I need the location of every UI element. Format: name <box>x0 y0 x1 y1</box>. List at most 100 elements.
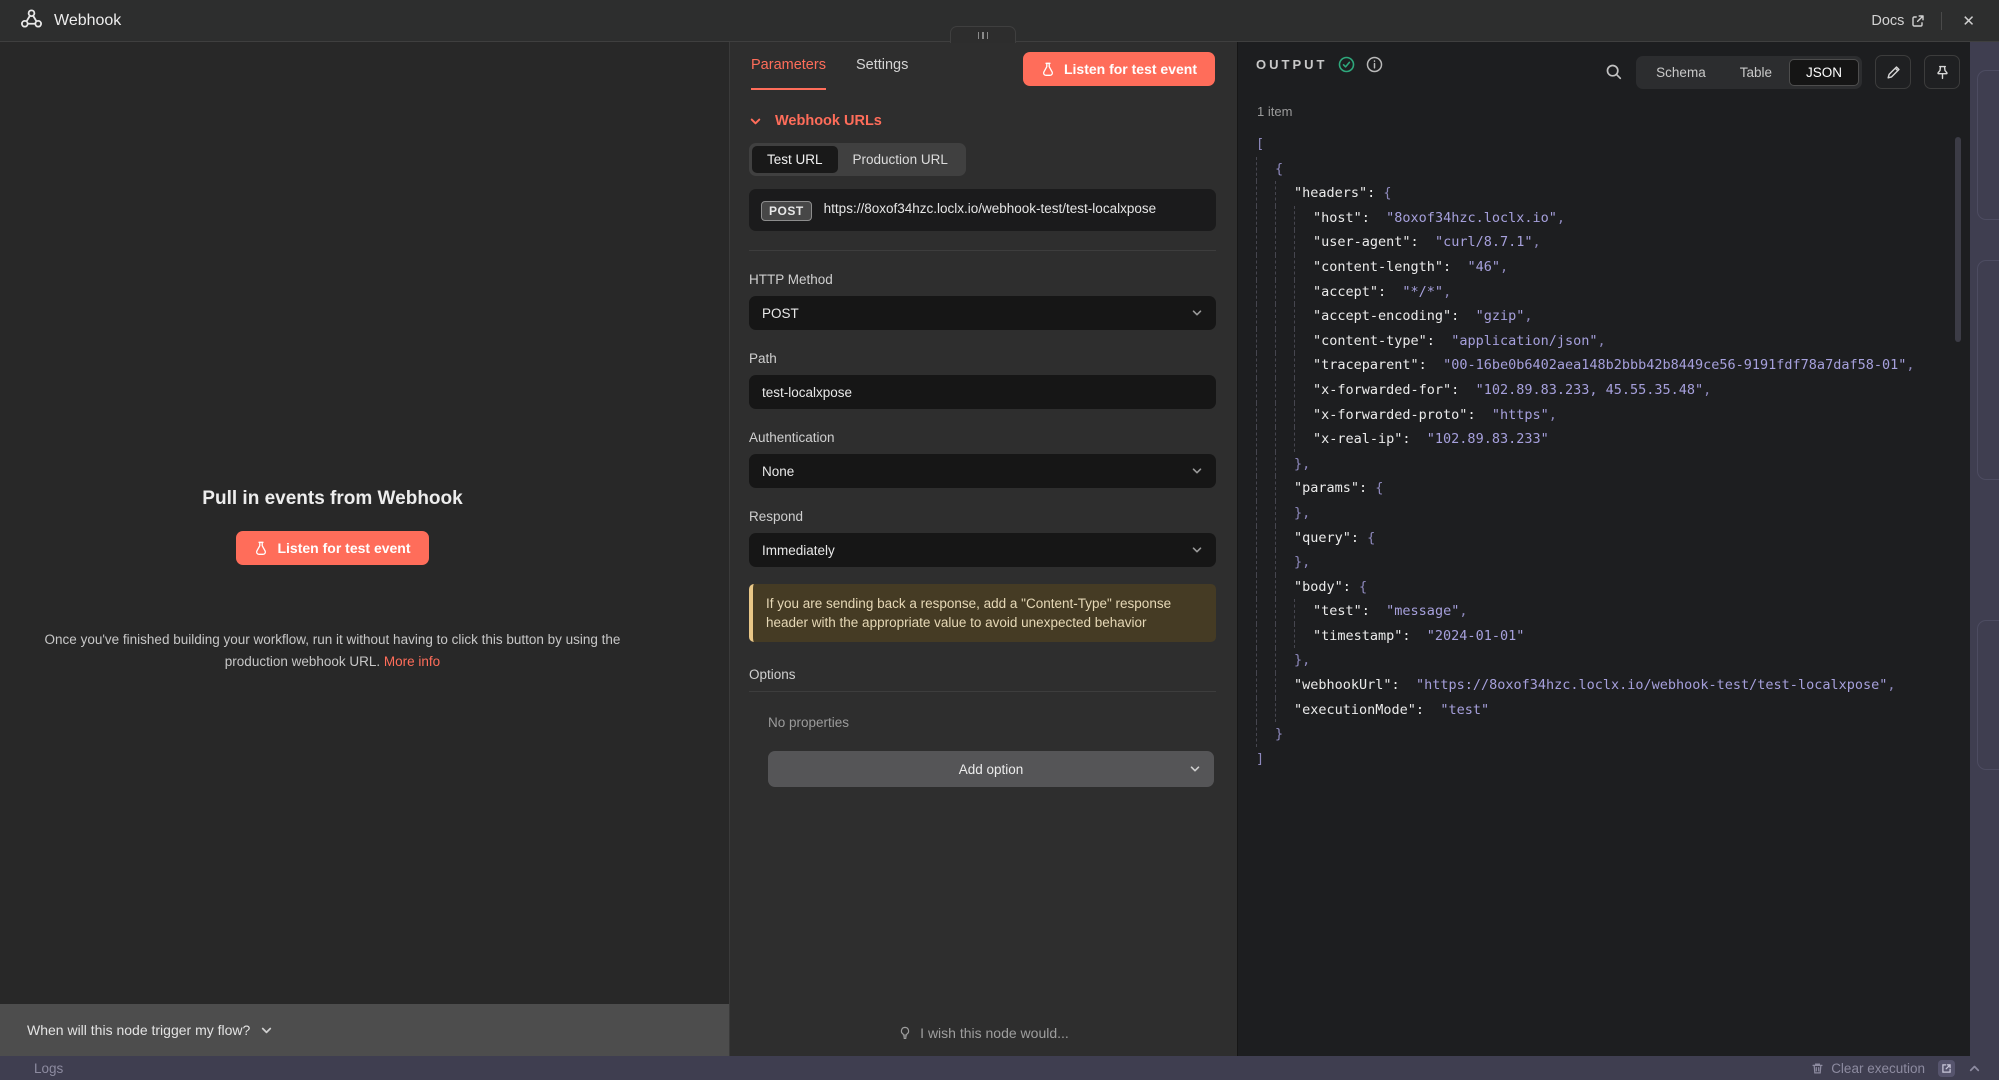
field-select[interactable]: POST <box>749 296 1216 330</box>
logs-bar: Logs Clear execution <box>0 1056 1999 1080</box>
input-panel: Pull in events from Webhook Listen for t… <box>0 42 730 1056</box>
chevron-down-icon <box>1189 763 1201 775</box>
topbar-divider <box>1941 12 1942 30</box>
json-line: "user-agent": "curl/8.7.1", <box>1256 230 1932 255</box>
json-line: "content-type": "application/json", <box>1256 329 1932 354</box>
json-line: "traceparent": "00-16be0b6402aea148b2bbb… <box>1256 353 1932 378</box>
output-title: OUTPUT <box>1256 57 1327 72</box>
url-type-toggle: Test URL Production URL <box>749 143 966 176</box>
json-view: [{"headers": {"host": "8oxof34hzc.loclx.… <box>1256 132 1932 1046</box>
json-line: }, <box>1256 452 1932 477</box>
search-button[interactable] <box>1605 63 1623 81</box>
json-line: "x-forwarded-for": "102.89.83.233, 45.55… <box>1256 378 1932 403</box>
logs-toggle[interactable]: Logs <box>34 1061 63 1076</box>
http-method-badge: POST <box>761 201 812 221</box>
clear-execution-button[interactable]: Clear execution <box>1811 1061 1925 1076</box>
tab-settings[interactable]: Settings <box>856 42 908 90</box>
json-line: "timestamp": "2024-01-01" <box>1256 624 1932 649</box>
success-check-icon <box>1338 56 1355 73</box>
json-line: }, <box>1256 550 1932 575</box>
chevron-down-icon <box>1191 465 1203 477</box>
parameters-panel: Parameters Settings Listen for test even… <box>730 42 1238 1056</box>
items-count: 1 item <box>1257 104 1292 119</box>
external-link-icon <box>1911 14 1925 28</box>
docs-link[interactable]: Docs <box>1871 13 1925 29</box>
add-option-button[interactable]: Add option <box>768 751 1214 787</box>
json-line: "x-forwarded-proto": "https", <box>1256 403 1932 428</box>
section-divider <box>749 250 1216 251</box>
webhook-node-detail-view: Webhook Docs ✕ Pull in events from Webho… <box>0 0 1999 1080</box>
field-select[interactable]: None <box>749 454 1216 488</box>
view-tab-table[interactable]: Table <box>1723 59 1789 86</box>
production-url-tab[interactable]: Production URL <box>838 146 963 173</box>
field-label: Authentication <box>749 430 1216 445</box>
json-line: "host": "8oxof34hzc.loclx.io", <box>1256 206 1932 231</box>
json-line: "executionMode": "test" <box>1256 698 1932 723</box>
webhook-url-copy-box[interactable]: POST https://8oxof34hzc.loclx.io/webhook… <box>749 189 1216 231</box>
json-line: }, <box>1256 648 1932 673</box>
field-label: HTTP Method <box>749 272 1216 287</box>
pop-out-icon <box>1942 1064 1951 1073</box>
json-line: ] <box>1256 747 1932 772</box>
options-label: Options <box>749 667 1216 682</box>
close-button[interactable]: ✕ <box>1958 10 1979 32</box>
content-type-notice: If you are sending back a response, add … <box>749 584 1216 642</box>
chevron-down-icon <box>1191 544 1203 556</box>
json-line: } <box>1256 722 1932 747</box>
flask-icon <box>1041 62 1055 76</box>
parameters-fields: HTTP MethodPOSTPathtest-localxposeAuthen… <box>749 272 1216 567</box>
chevron-up-icon[interactable] <box>1968 1062 1981 1075</box>
parameter-field: Respond Immediately <box>749 509 1216 567</box>
json-line: "x-real-ip": "102.89.83.233" <box>1256 427 1932 452</box>
json-line: { <box>1256 157 1932 182</box>
json-line: "webhookUrl": "https://8oxof34hzc.loclx.… <box>1256 673 1932 698</box>
json-line: "body": { <box>1256 575 1932 600</box>
options-divider <box>749 691 1216 692</box>
listen-for-test-event-button[interactable]: Listen for test event <box>236 531 428 565</box>
chevron-down-icon <box>260 1024 273 1037</box>
json-line: "query": { <box>1256 526 1932 551</box>
open-logs-panel-button[interactable] <box>1938 1060 1955 1077</box>
pencil-icon <box>1886 65 1901 80</box>
tab-parameters[interactable]: Parameters <box>751 42 826 90</box>
test-url-tab[interactable]: Test URL <box>752 146 838 173</box>
node-title: Webhook <box>54 12 121 30</box>
production-hint: Once you've finished building your workf… <box>45 629 621 673</box>
chevron-down-icon <box>749 115 762 128</box>
pin-data-button[interactable] <box>1924 55 1960 89</box>
chevron-down-icon <box>1191 307 1203 319</box>
panel-drag-handle[interactable] <box>950 26 1016 43</box>
edit-output-button[interactable] <box>1875 55 1911 89</box>
canvas-edge-strip <box>1970 42 1999 1056</box>
parameter-field: Authentication None <box>749 430 1216 488</box>
view-tab-schema[interactable]: Schema <box>1639 59 1723 86</box>
json-line: "test": "message", <box>1256 599 1932 624</box>
webhook-urls-section-header[interactable]: Webhook URLs <box>749 113 1216 129</box>
more-info-link[interactable]: More info <box>384 654 440 669</box>
search-icon <box>1605 63 1623 81</box>
field-label: Respond <box>749 509 1216 524</box>
json-line: "headers": { <box>1256 181 1932 206</box>
output-view-toggle: Schema Table JSON <box>1636 56 1862 89</box>
webhook-url-text: https://8oxof34hzc.loclx.io/webhook-test… <box>824 199 1156 218</box>
json-line: "content-length": "46", <box>1256 255 1932 280</box>
parameter-field: HTTP Method POST <box>749 272 1216 330</box>
output-scrollbar-thumb[interactable] <box>1955 137 1961 342</box>
field-text-input[interactable]: test-localxpose <box>749 375 1216 409</box>
json-line: "accept-encoding": "gzip", <box>1256 304 1932 329</box>
view-tab-json[interactable]: JSON <box>1789 59 1859 86</box>
json-line: [ <box>1256 132 1932 157</box>
info-icon[interactable] <box>1366 56 1383 73</box>
field-select[interactable]: Immediately <box>749 533 1216 567</box>
listen-for-test-event-button[interactable]: Listen for test event <box>1023 52 1215 86</box>
json-line: }, <box>1256 501 1932 526</box>
node-feedback-link[interactable]: I wish this node would... <box>730 1025 1237 1041</box>
trigger-info-footer[interactable]: When will this node trigger my flow? <box>0 1004 729 1056</box>
parameters-tab-bar: Parameters Settings <box>751 42 908 90</box>
json-line: "params": { <box>1256 476 1932 501</box>
output-panel: OUTPUT Schema Table JSON <box>1238 42 1970 1056</box>
trash-icon <box>1811 1062 1824 1075</box>
no-properties-text: No properties <box>768 715 1216 730</box>
input-panel-title: Pull in events from Webhook <box>202 488 462 510</box>
pin-icon <box>1935 65 1950 80</box>
